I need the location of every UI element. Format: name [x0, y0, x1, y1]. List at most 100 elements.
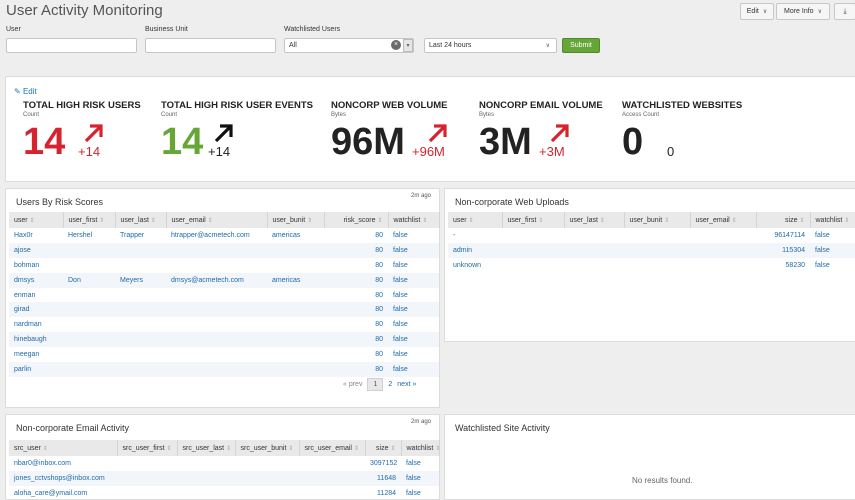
- table-cell[interactable]: 11284: [365, 486, 401, 500]
- column-header-user-bunit[interactable]: user_bunit ⇕: [267, 212, 325, 228]
- time-range-picker[interactable]: Last 24 hours ∨: [424, 38, 557, 53]
- table-cell[interactable]: dmsys: [9, 272, 63, 288]
- table-row[interactable]: aloha_care@ymail.com 11284 false: [9, 486, 439, 500]
- table-cell[interactable]: false: [401, 456, 439, 471]
- column-header-watchlist[interactable]: watchlist⇕: [388, 212, 440, 228]
- table-cell[interactable]: false: [810, 258, 855, 273]
- table-cell[interactable]: 80: [324, 347, 388, 362]
- table-cell[interactable]: nardman: [9, 317, 63, 332]
- edit-link[interactable]: ✎ Edit: [14, 87, 37, 96]
- table-cell[interactable]: false: [388, 317, 439, 332]
- table-row[interactable]: unknown 58230 false: [448, 258, 855, 273]
- table-cell[interactable]: 80: [324, 317, 388, 332]
- column-header-user-email[interactable]: user_email ⇕: [690, 212, 757, 228]
- table-cell[interactable]: parlin: [9, 362, 63, 377]
- dropdown-arrow-icon[interactable]: ▾: [403, 39, 413, 52]
- column-header-src-user[interactable]: src_user ⇕: [9, 440, 118, 456]
- column-header-user-email[interactable]: user_email ⇕: [166, 212, 268, 228]
- table-cell[interactable]: 80: [324, 362, 388, 377]
- column-header-user-first[interactable]: user_first ⇕: [63, 212, 116, 228]
- page-2[interactable]: 2: [388, 381, 392, 388]
- clear-icon[interactable]: ×: [391, 40, 401, 50]
- table-cell[interactable]: jones_cctvshops@inbox.com: [9, 470, 117, 486]
- table-cell[interactable]: 80: [324, 228, 388, 243]
- table-row[interactable]: nardman 80 false: [9, 317, 439, 332]
- table-cell[interactable]: 115304: [756, 242, 810, 258]
- table-cell[interactable]: false: [388, 228, 439, 243]
- table-cell[interactable]: 80: [324, 302, 388, 318]
- table-cell[interactable]: 11648: [365, 470, 401, 486]
- download-button[interactable]: ⤓: [834, 3, 855, 20]
- table-row[interactable]: admin 115304 false: [448, 242, 855, 258]
- table-cell[interactable]: ajose: [9, 242, 63, 258]
- table-cell[interactable]: dmsys@acmetech.com: [166, 272, 267, 288]
- table-cell[interactable]: Hax0r: [9, 228, 63, 243]
- column-header-src-user-email[interactable]: src_user_email ⇕: [299, 440, 366, 456]
- table-cell[interactable]: 80: [324, 288, 388, 303]
- column-header-risk-score[interactable]: risk_score ⇕: [324, 212, 389, 228]
- more-info-button[interactable]: More Info ∨: [776, 3, 830, 20]
- table-cell[interactable]: false: [388, 242, 439, 258]
- prev-page-link[interactable]: « prev: [343, 381, 362, 388]
- table-row[interactable]: parlin 80 false: [9, 362, 439, 377]
- table-cell[interactable]: false: [388, 302, 439, 318]
- submit-button[interactable]: Submit: [562, 38, 600, 53]
- table-cell[interactable]: Meyers: [115, 272, 166, 288]
- table-cell[interactable]: admin: [448, 242, 502, 258]
- column-header-size[interactable]: size ⇕: [365, 440, 402, 456]
- column-header-user-last[interactable]: user_last ⇕: [115, 212, 167, 228]
- table-cell[interactable]: Don: [63, 272, 115, 288]
- table-cell[interactable]: aloha_care@ymail.com: [9, 486, 117, 500]
- table-row[interactable]: jones_cctvshops@inbox.com 11648 false: [9, 470, 439, 486]
- table-row[interactable]: girad 80 false: [9, 302, 439, 318]
- page-1[interactable]: 1: [367, 378, 384, 391]
- table-cell[interactable]: enman: [9, 288, 63, 303]
- table-cell[interactable]: 80: [324, 272, 388, 288]
- column-header-user-bunit[interactable]: user_bunit ⇕: [624, 212, 691, 228]
- table-cell[interactable]: 58230: [756, 258, 810, 273]
- table-cell[interactable]: false: [810, 228, 855, 243]
- table-cell[interactable]: americas: [267, 228, 324, 243]
- column-header-src-user-bunit[interactable]: src_user_bunit ⇕: [235, 440, 300, 456]
- table-cell[interactable]: 96147114: [756, 228, 810, 243]
- table-cell[interactable]: bohman: [9, 258, 63, 273]
- table-row[interactable]: hinebaugh 80 false: [9, 332, 439, 348]
- column-header-watchlist[interactable]: watchlist⇕: [401, 440, 440, 456]
- column-header-user[interactable]: user ⇕: [448, 212, 503, 228]
- table-cell[interactable]: false: [810, 242, 855, 258]
- column-header-user-first[interactable]: user_first ⇕: [502, 212, 565, 228]
- table-cell[interactable]: false: [388, 332, 439, 348]
- column-header-user[interactable]: user ⇕: [9, 212, 64, 228]
- column-header-watchlist[interactable]: watchlist⇕: [810, 212, 855, 228]
- table-cell[interactable]: 80: [324, 258, 388, 273]
- table-cell[interactable]: hinebaugh: [9, 332, 63, 348]
- table-cell[interactable]: false: [388, 347, 439, 362]
- table-cell[interactable]: false: [388, 258, 439, 273]
- edit-button[interactable]: Edit ∨: [740, 3, 774, 20]
- table-row[interactable]: - 96147114 false: [448, 228, 855, 243]
- table-cell[interactable]: nbar0@inbox.com: [9, 456, 117, 471]
- table-cell[interactable]: unknown: [448, 258, 502, 273]
- column-header-src-user-last[interactable]: src_user_last ⇕: [177, 440, 236, 456]
- table-cell[interactable]: false: [401, 486, 439, 500]
- table-cell[interactable]: false: [388, 272, 439, 288]
- table-cell[interactable]: false: [388, 362, 439, 377]
- table-row[interactable]: nbar0@inbox.com 3097152 false: [9, 456, 439, 471]
- column-header-src-user-first[interactable]: src_user_first ⇕: [117, 440, 178, 456]
- table-row[interactable]: meegan 80 false: [9, 347, 439, 362]
- table-row[interactable]: enman 80 false: [9, 288, 439, 303]
- column-header-size[interactable]: size ⇕: [756, 212, 811, 228]
- table-cell[interactable]: -: [448, 228, 502, 243]
- table-cell[interactable]: Hershel: [63, 228, 115, 243]
- table-cell[interactable]: false: [401, 470, 439, 486]
- table-row[interactable]: bohman 80 false: [9, 258, 439, 273]
- table-cell[interactable]: meegan: [9, 347, 63, 362]
- table-cell[interactable]: htrapper@acmetech.com: [166, 228, 267, 243]
- next-page-link[interactable]: next »: [397, 381, 416, 388]
- table-cell[interactable]: Trapper: [115, 228, 166, 243]
- table-cell[interactable]: false: [388, 288, 439, 303]
- table-cell[interactable]: 80: [324, 242, 388, 258]
- table-cell[interactable]: girad: [9, 302, 63, 318]
- table-row[interactable]: dmsys Don Meyers dmsys@acmetech.com americas…: [9, 272, 439, 288]
- table-cell[interactable]: 80: [324, 332, 388, 348]
